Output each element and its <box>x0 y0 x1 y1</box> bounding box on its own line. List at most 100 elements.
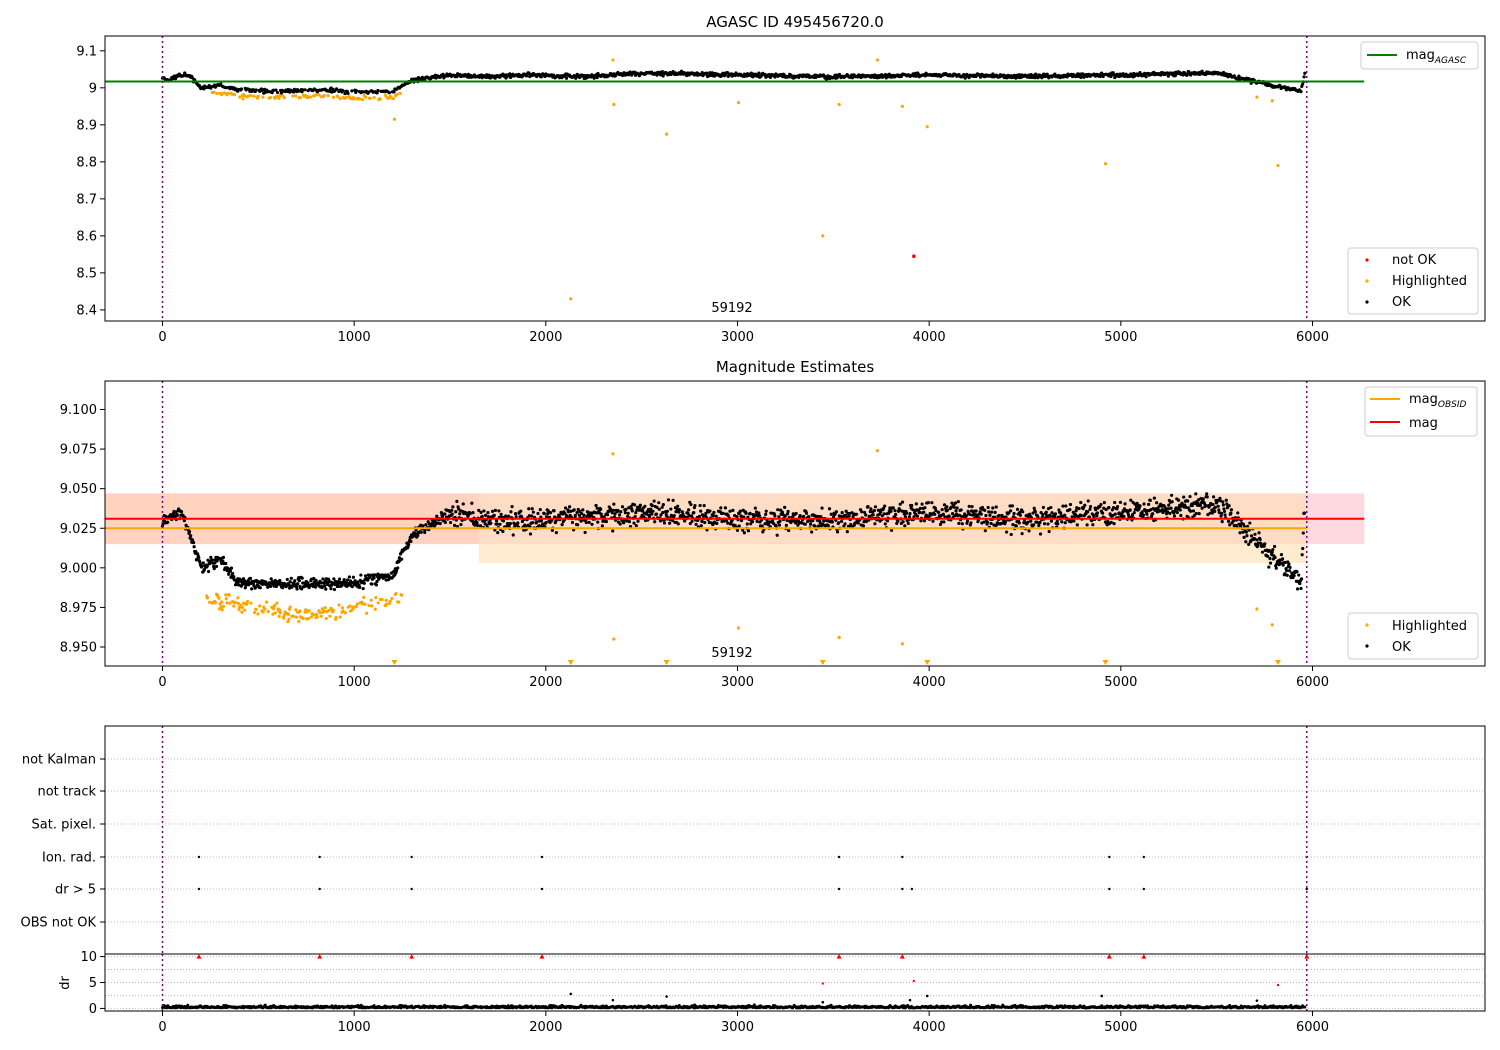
ok-point <box>908 512 912 516</box>
highlighted-point <box>900 104 904 108</box>
ok-point <box>210 558 215 562</box>
ok-point <box>839 519 844 524</box>
x-tick-label: 4000 <box>913 330 946 345</box>
ok-point <box>923 506 927 510</box>
highlighted-point <box>736 626 741 630</box>
ok-point <box>542 512 546 516</box>
ok-point <box>1053 512 1058 516</box>
ok-point <box>1088 507 1092 511</box>
ok-point <box>1229 511 1233 515</box>
ok-point <box>1005 530 1009 534</box>
ok-point <box>1115 504 1120 509</box>
x-tick-label: 5000 <box>1104 330 1137 345</box>
ok-point <box>873 505 878 509</box>
ok-point <box>1268 556 1272 561</box>
ok-point <box>1266 554 1270 558</box>
ok-point <box>882 512 886 516</box>
ok-point <box>643 504 647 508</box>
ok-point <box>748 511 752 515</box>
ok-point <box>690 519 694 524</box>
ok-point <box>1050 511 1054 515</box>
ok-point <box>296 582 300 586</box>
ok-point <box>228 569 232 573</box>
ok-point <box>1122 514 1126 519</box>
ok-point <box>424 523 428 527</box>
ok-point <box>778 519 782 523</box>
ok-point <box>968 512 972 517</box>
ok-point <box>798 513 802 518</box>
ok-point <box>468 511 472 516</box>
ok-point <box>1229 508 1234 512</box>
ok-point <box>1194 492 1198 496</box>
ok-point <box>1299 90 1303 94</box>
legend-label-mag: mag <box>1409 416 1438 431</box>
ok-point <box>1295 570 1299 574</box>
ok-point <box>894 512 898 517</box>
ok-point <box>757 71 761 75</box>
ok-point <box>582 513 586 517</box>
ok-point <box>496 531 500 535</box>
x-tick-label: 3000 <box>721 675 754 690</box>
ok-point <box>786 509 790 514</box>
ok-point <box>611 529 615 533</box>
highlighted-point <box>220 608 224 612</box>
highlighted-point <box>324 616 328 621</box>
ok-point <box>347 575 351 579</box>
ok-point <box>931 519 935 523</box>
below-axis-marker <box>924 660 931 665</box>
highlighted-point <box>318 611 322 615</box>
ok-point <box>323 584 327 588</box>
ok-point <box>676 522 680 526</box>
ok-point <box>400 557 404 561</box>
ok-point <box>1200 506 1204 510</box>
ok-point <box>837 521 841 525</box>
ok-point <box>721 511 725 515</box>
x-tick-label: 6000 <box>1296 675 1329 690</box>
flag-point <box>1142 855 1146 859</box>
flag-point <box>837 855 841 859</box>
ok-point <box>448 520 453 525</box>
ok-point <box>1263 542 1267 546</box>
highlighted-point <box>611 58 615 62</box>
ok-point <box>470 501 474 505</box>
ok-point <box>744 511 748 515</box>
ok-point <box>1059 511 1063 515</box>
highlighted-point <box>246 599 250 604</box>
ok-point <box>1075 523 1079 527</box>
x-tick-label: 2000 <box>529 330 562 345</box>
ok-point <box>508 521 512 526</box>
legend-label-ok: OK <box>1392 640 1411 655</box>
ok-point <box>636 519 640 523</box>
ok-point <box>773 514 777 518</box>
ok-point <box>600 524 604 528</box>
ok-point <box>1074 509 1078 513</box>
ok-point <box>669 507 673 511</box>
ok-point <box>166 520 170 524</box>
highlighted-point <box>224 593 228 597</box>
ok-point <box>612 502 616 506</box>
ok-point <box>1222 509 1227 514</box>
highlighted-point <box>254 607 258 611</box>
highlighted-point <box>322 609 326 613</box>
flag-point <box>197 855 201 859</box>
ok-point <box>726 521 730 525</box>
ok-point <box>1027 529 1031 533</box>
ok-point <box>920 502 924 506</box>
highlighted-point <box>334 615 338 620</box>
ok-point <box>1038 520 1042 525</box>
ok-point <box>787 528 791 533</box>
ok-point <box>224 561 228 566</box>
below-axis-marker <box>567 660 574 665</box>
ok-point <box>845 530 849 534</box>
x-tick-label: 5000 <box>1104 675 1137 690</box>
ok-point <box>926 501 931 505</box>
ok-point <box>372 576 376 580</box>
ok-point <box>699 524 703 528</box>
ok-point <box>1113 500 1117 505</box>
ok-point <box>694 522 698 527</box>
ok-point <box>419 530 423 534</box>
highlighted-point <box>875 58 880 62</box>
ok-point <box>1095 511 1100 515</box>
ok-point <box>1268 561 1273 565</box>
ok-point <box>1063 521 1067 525</box>
